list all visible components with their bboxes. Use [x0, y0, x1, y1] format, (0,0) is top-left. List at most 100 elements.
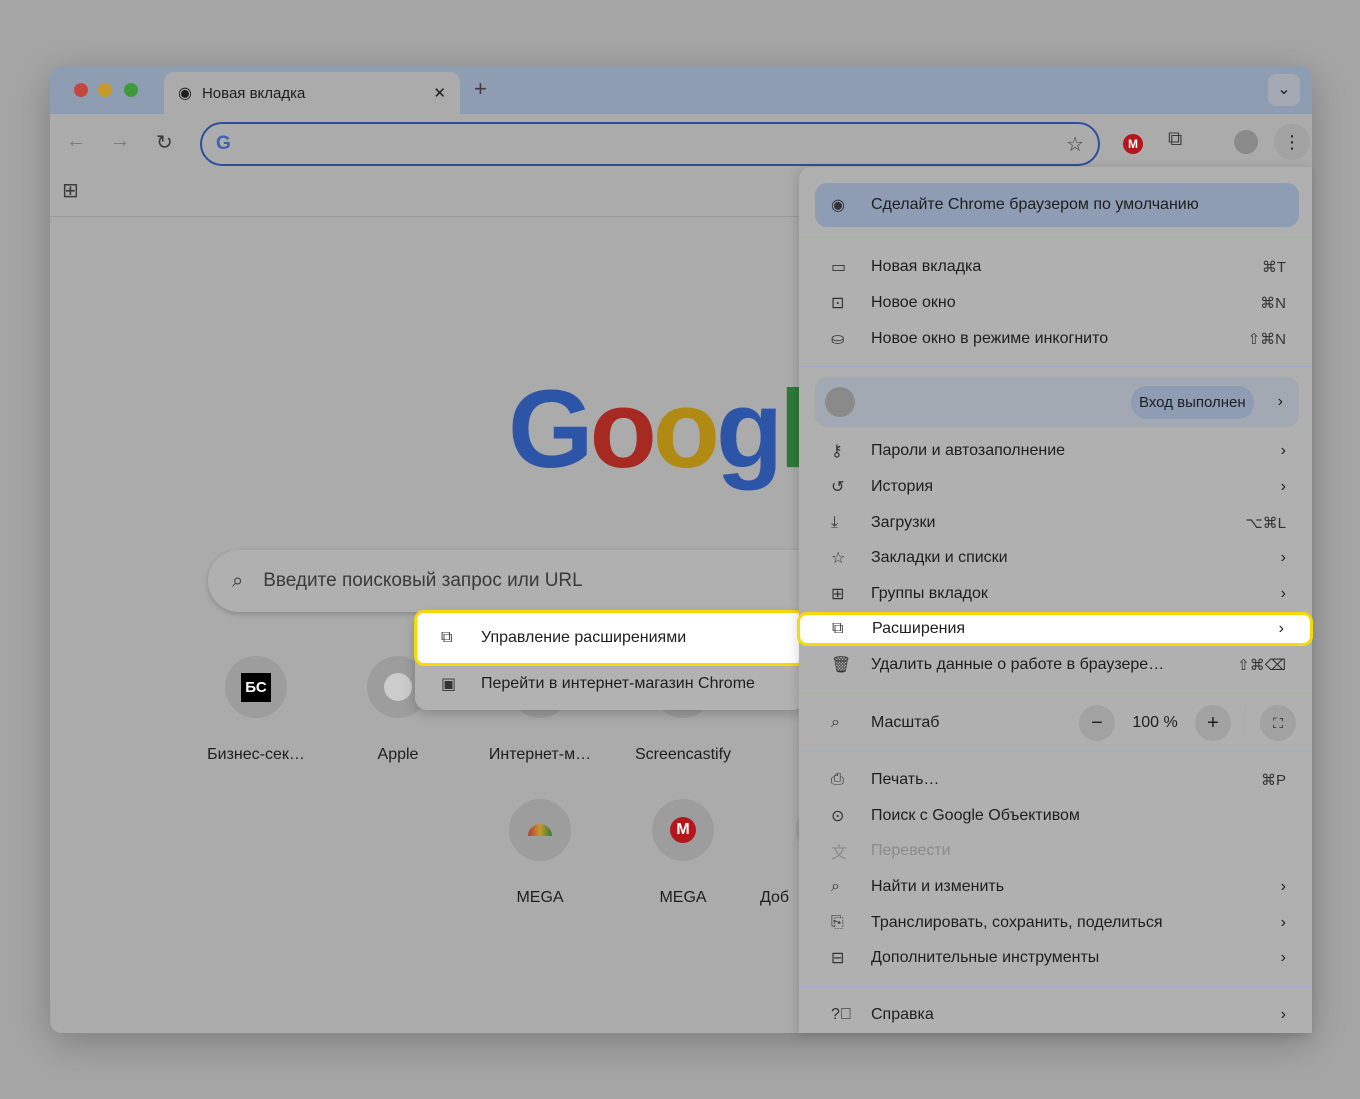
chevron-right-icon: ›: [1277, 393, 1283, 410]
minimize-window-button[interactable]: [98, 83, 112, 97]
search-box[interactable]: ⌕ Введите поисковый запрос или URL: [208, 550, 848, 612]
chevron-right-icon: ›: [1280, 878, 1286, 895]
close-tab-icon[interactable]: ✕: [433, 84, 446, 102]
add-shortcut-tile[interactable]: Доб: [760, 799, 800, 907]
chrome-icon: ◉: [178, 85, 192, 102]
find-edit-item[interactable]: ⌕ Найти и изменить ›: [799, 869, 1312, 905]
reload-icon[interactable]: ↻: [156, 130, 173, 155]
clear-data-item[interactable]: 🗑︎ Удалить данные о работе в браузере… ⇧⌘⌫: [799, 647, 1312, 683]
webstore-icon: ▣: [441, 676, 457, 693]
puzzle-icon: ⧉: [832, 620, 844, 637]
item-label: Поиск с Google Объективом: [871, 807, 1080, 824]
bookmarks-item[interactable]: ☆ Закладки и списки ›: [799, 540, 1312, 576]
extensions-puzzle-icon[interactable]: ⧉: [1168, 128, 1182, 151]
apps-grid-icon[interactable]: ⊞: [62, 178, 79, 203]
mega-extension-icon[interactable]: M: [1123, 134, 1143, 154]
download-icon: ⤓: [831, 514, 839, 531]
zoom-row: ⌕ Масштаб − 100 % + ⛶: [799, 703, 1312, 743]
lens-icon: ⊙: [831, 808, 845, 825]
translate-item: 文 Перевести: [799, 833, 1312, 869]
puzzle-icon: ⧉: [441, 629, 453, 646]
item-label: Масштаб: [871, 714, 940, 731]
item-label: Группы вкладок: [871, 585, 988, 602]
history-icon: ↺: [831, 479, 845, 496]
manage-extensions-item[interactable]: ⧉ Управление расширениями: [414, 610, 806, 666]
toolbar: ← → ↻ G ☆ M ⧉ ⋮: [50, 114, 1312, 170]
tab-groups-item[interactable]: ⊞ Группы вкладок ›: [799, 576, 1312, 612]
item-label: Перевести: [871, 842, 951, 859]
profile-avatar[interactable]: [1234, 130, 1258, 154]
item-label: Новое окно в режиме инкогнито: [871, 330, 1109, 347]
star-icon: ☆: [831, 550, 846, 567]
tab-search-button[interactable]: ⌄: [1268, 74, 1300, 106]
fullscreen-button[interactable]: ⛶: [1260, 705, 1296, 741]
extensions-submenu: ⧉ Управление расширениями ▣ Перейти в инте…: [414, 610, 806, 710]
cast-save-share-item[interactable]: ⎘ Транслировать, сохранить, поделиться ›: [799, 905, 1312, 941]
downloads-item[interactable]: ⤓ Загрузки ⌥⌘L: [799, 505, 1312, 541]
zoom-out-button[interactable]: −: [1079, 705, 1115, 741]
close-window-button[interactable]: [74, 83, 88, 97]
more-tools-item[interactable]: ⊟ Дополнительные инструменты ›: [799, 940, 1312, 976]
new-tab-icon: ▭: [831, 259, 847, 276]
zoom-in-button[interactable]: +: [1195, 705, 1231, 741]
item-label: Перейти в интернет-магазин Chrome: [481, 675, 755, 692]
new-tab-item[interactable]: ▭ Новая вкладка ⌘T: [799, 249, 1312, 285]
item-label: Справка: [871, 1006, 934, 1023]
tab-strip: ◉ Новая вкладка ✕ + ⌄: [50, 66, 1312, 114]
new-tab-button[interactable]: +: [474, 76, 487, 102]
shortcut-label: Доб: [760, 889, 790, 906]
item-label: Дополнительные инструменты: [871, 949, 1100, 966]
chevron-right-icon: ›: [1278, 620, 1284, 637]
chrome-webstore-item[interactable]: ▣ Перейти в интернет-магазин Chrome: [415, 666, 805, 702]
shortcut-tile[interactable]: MEGA: [475, 799, 605, 907]
back-icon[interactable]: ←: [66, 130, 86, 153]
item-label: Закладки и списки: [871, 549, 1008, 566]
find-icon: ⌕: [831, 878, 840, 895]
bookmark-star-icon[interactable]: ☆: [1066, 132, 1084, 157]
zoom-value: 100 %: [1132, 714, 1178, 731]
shortcut-label: Apple: [377, 746, 419, 763]
shortcut-label: Screencastify: [634, 746, 732, 763]
key-icon: ⚷: [831, 443, 843, 460]
item-label: История: [871, 478, 934, 495]
history-item[interactable]: ↺ История ›: [799, 469, 1312, 505]
incognito-icon: ⛀: [831, 331, 845, 348]
chevron-right-icon: ›: [1280, 478, 1286, 495]
item-label: Расширения: [872, 620, 966, 637]
print-item[interactable]: ⎙ Печать… ⌘P: [799, 762, 1312, 798]
chrome-menu-button[interactable]: ⋮: [1274, 124, 1310, 160]
set-default-browser-item[interactable]: ◉ Сделайте Chrome браузером по умолчанию: [815, 183, 1299, 227]
mega-icon: M: [670, 817, 696, 843]
google-lens-item[interactable]: ⊙ Поиск с Google Объективом: [799, 798, 1312, 834]
shortcut-tile[interactable]: БС Бизнес-сек…: [191, 656, 321, 764]
address-bar[interactable]: G ☆: [200, 122, 1100, 166]
shortcut-key: ⌘N: [1260, 295, 1286, 312]
extensions-item[interactable]: ⧉ Расширения ›: [797, 612, 1313, 646]
shortcut-icon: БС: [241, 672, 271, 702]
help-item[interactable]: ?⃝ Справка ›: [799, 997, 1312, 1033]
item-label: Удалить данные о работе в браузере…: [871, 656, 1165, 673]
address-input[interactable]: [240, 135, 1067, 153]
profile-avatar: [825, 387, 855, 417]
print-icon: ⎙: [831, 771, 844, 788]
shortcut-label: MEGA: [516, 889, 564, 906]
cast-icon: ⎘: [831, 914, 844, 931]
chevron-right-icon: ›: [1280, 949, 1286, 966]
shortcut-tile[interactable]: M MEGA: [618, 799, 748, 907]
forward-icon[interactable]: →: [110, 130, 130, 153]
profile-item[interactable]: Вход выполнен ›: [815, 377, 1299, 427]
new-window-item[interactable]: ⊡ Новое окно ⌘N: [799, 285, 1312, 321]
maximize-window-button[interactable]: [124, 83, 138, 97]
shortcut-key: ⌘T: [1261, 259, 1286, 276]
item-label: Найти и изменить: [871, 878, 1005, 895]
passwords-item[interactable]: ⚷ Пароли и автозаполнение ›: [799, 433, 1312, 469]
item-label: Пароли и автозаполнение: [871, 442, 1066, 459]
item-label: Новая вкладка: [871, 258, 982, 275]
item-label: Новое окно: [871, 294, 956, 311]
zoom-icon: ⌕: [831, 714, 840, 731]
apple-icon: [384, 673, 412, 701]
tab-groups-icon: ⊞: [831, 586, 845, 603]
trash-icon: 🗑︎: [831, 657, 852, 674]
incognito-item[interactable]: ⛀ Новое окно в режиме инкогнито ⇧⌘N: [799, 321, 1312, 357]
tab-new-tab[interactable]: ◉ Новая вкладка ✕: [164, 72, 460, 114]
